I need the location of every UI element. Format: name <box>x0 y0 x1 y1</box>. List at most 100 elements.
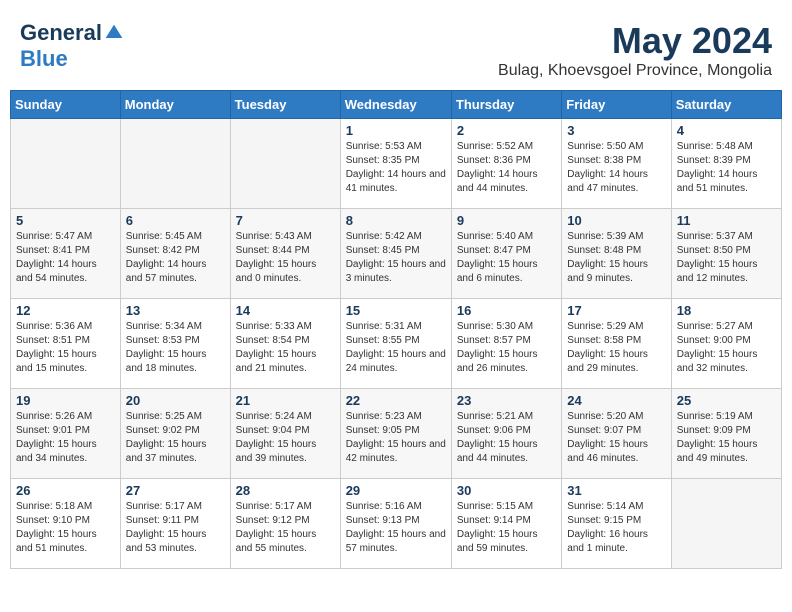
day-info: Sunrise: 5:37 AMSunset: 8:50 PMDaylight:… <box>677 230 776 286</box>
day-number: 10 <box>567 213 665 228</box>
day-number: 16 <box>457 303 556 318</box>
logo: General Blue <box>20 20 124 72</box>
day-info: Sunrise: 5:25 AMSunset: 9:02 PMDaylight:… <box>126 410 225 466</box>
week-row: 26 Sunrise: 5:18 AMSunset: 9:10 PMDayligh… <box>11 479 782 569</box>
day-number: 23 <box>457 393 556 408</box>
day-info: Sunrise: 5:16 AMSunset: 9:13 PMDaylight:… <box>346 500 446 556</box>
day-info: Sunrise: 5:30 AMSunset: 8:57 PMDaylight:… <box>457 320 556 376</box>
day-info: Sunrise: 5:17 AMSunset: 9:11 PMDaylight:… <box>126 500 225 556</box>
day-cell-12: 12 Sunrise: 5:36 AMSunset: 8:51 PMDayligh… <box>11 299 121 389</box>
day-info: Sunrise: 5:45 AMSunset: 8:42 PMDaylight:… <box>126 230 225 286</box>
col-header-friday: Friday <box>562 91 671 119</box>
day-number: 11 <box>677 213 776 228</box>
day-cell-7: 7 Sunrise: 5:43 AMSunset: 8:44 PMDaylight… <box>230 209 340 299</box>
day-cell-20: 20 Sunrise: 5:25 AMSunset: 9:02 PMDayligh… <box>120 389 230 479</box>
day-cell-26: 26 Sunrise: 5:18 AMSunset: 9:10 PMDayligh… <box>11 479 121 569</box>
day-cell-4: 4 Sunrise: 5:48 AMSunset: 8:39 PMDaylight… <box>671 119 781 209</box>
day-info: Sunrise: 5:39 AMSunset: 8:48 PMDaylight:… <box>567 230 665 286</box>
col-header-tuesday: Tuesday <box>230 91 340 119</box>
day-info: Sunrise: 5:47 AMSunset: 8:41 PMDaylight:… <box>16 230 115 286</box>
day-number: 6 <box>126 213 225 228</box>
title-block: May 2024 Bulag, Khoevsgoel Province, Mon… <box>498 20 772 80</box>
day-info: Sunrise: 5:43 AMSunset: 8:44 PMDaylight:… <box>236 230 335 286</box>
day-cell-30: 30 Sunrise: 5:15 AMSunset: 9:14 PMDayligh… <box>451 479 561 569</box>
logo-icon <box>104 23 124 43</box>
header-row: SundayMondayTuesdayWednesdayThursdayFrid… <box>11 91 782 119</box>
day-number: 31 <box>567 483 665 498</box>
day-number: 28 <box>236 483 335 498</box>
day-info: Sunrise: 5:14 AMSunset: 9:15 PMDaylight:… <box>567 500 665 556</box>
day-cell-11: 11 Sunrise: 5:37 AMSunset: 8:50 PMDayligh… <box>671 209 781 299</box>
day-number: 4 <box>677 123 776 138</box>
day-cell-16: 16 Sunrise: 5:30 AMSunset: 8:57 PMDayligh… <box>451 299 561 389</box>
week-row: 5 Sunrise: 5:47 AMSunset: 8:41 PMDaylight… <box>11 209 782 299</box>
day-cell-6: 6 Sunrise: 5:45 AMSunset: 8:42 PMDaylight… <box>120 209 230 299</box>
day-info: Sunrise: 5:48 AMSunset: 8:39 PMDaylight:… <box>677 140 776 196</box>
col-header-monday: Monday <box>120 91 230 119</box>
day-cell-21: 21Sunrise: 5:24 AMSunset: 9:04 PMDayligh… <box>230 389 340 479</box>
day-info: Sunrise: 5:21 AMSunset: 9:06 PMDaylight:… <box>457 410 556 466</box>
day-number: 2 <box>457 123 556 138</box>
day-info: Sunrise: 5:50 AMSunset: 8:38 PMDaylight:… <box>567 140 665 196</box>
day-info: Sunrise: 5:42 AMSunset: 8:45 PMDaylight:… <box>346 230 446 286</box>
calendar-table: SundayMondayTuesdayWednesdayThursdayFrid… <box>10 90 782 569</box>
day-info: Sunrise: 5:36 AMSunset: 8:51 PMDaylight:… <box>16 320 115 376</box>
day-number: 27 <box>126 483 225 498</box>
day-cell-24: 24 Sunrise: 5:20 AMSunset: 9:07 PMDayligh… <box>562 389 671 479</box>
day-number: 12 <box>16 303 115 318</box>
day-cell-29: 29Sunrise: 5:16 AMSunset: 9:13 PMDayligh… <box>340 479 451 569</box>
empty-cell <box>671 479 781 569</box>
day-number: 30 <box>457 483 556 498</box>
day-info: Sunrise: 5:18 AMSunset: 9:10 PMDaylight:… <box>16 500 115 556</box>
day-cell-8: 8 Sunrise: 5:42 AMSunset: 8:45 PMDaylight… <box>340 209 451 299</box>
week-row: 19Sunrise: 5:26 AMSunset: 9:01 PMDayligh… <box>11 389 782 479</box>
day-cell-2: 2Sunrise: 5:52 AMSunset: 8:36 PMDaylight… <box>451 119 561 209</box>
col-header-wednesday: Wednesday <box>340 91 451 119</box>
day-info: Sunrise: 5:31 AMSunset: 8:55 PMDaylight:… <box>346 320 446 376</box>
day-number: 15 <box>346 303 446 318</box>
day-number: 26 <box>16 483 115 498</box>
day-number: 7 <box>236 213 335 228</box>
day-number: 5 <box>16 213 115 228</box>
logo-blue: Blue <box>20 46 68 72</box>
page-header: General Blue May 2024 Bulag, Khoevsgoel … <box>10 10 782 85</box>
day-info: Sunrise: 5:34 AMSunset: 8:53 PMDaylight:… <box>126 320 225 376</box>
day-cell-25: 25Sunrise: 5:19 AMSunset: 9:09 PMDayligh… <box>671 389 781 479</box>
day-info: Sunrise: 5:53 AMSunset: 8:35 PMDaylight:… <box>346 140 446 196</box>
empty-cell <box>11 119 121 209</box>
day-info: Sunrise: 5:15 AMSunset: 9:14 PMDaylight:… <box>457 500 556 556</box>
day-number: 18 <box>677 303 776 318</box>
day-info: Sunrise: 5:20 AMSunset: 9:07 PMDaylight:… <box>567 410 665 466</box>
day-number: 19 <box>16 393 115 408</box>
day-number: 20 <box>126 393 225 408</box>
day-number: 8 <box>346 213 446 228</box>
day-cell-14: 14Sunrise: 5:33 AMSunset: 8:54 PMDayligh… <box>230 299 340 389</box>
day-info: Sunrise: 5:17 AMSunset: 9:12 PMDaylight:… <box>236 500 335 556</box>
day-number: 25 <box>677 393 776 408</box>
day-number: 22 <box>346 393 446 408</box>
day-cell-10: 10 Sunrise: 5:39 AMSunset: 8:48 PMDayligh… <box>562 209 671 299</box>
week-row: 1 Sunrise: 5:53 AMSunset: 8:35 PMDaylight… <box>11 119 782 209</box>
day-cell-9: 9 Sunrise: 5:40 AMSunset: 8:47 PMDaylight… <box>451 209 561 299</box>
day-number: 21 <box>236 393 335 408</box>
day-cell-18: 18Sunrise: 5:27 AMSunset: 9:00 PMDayligh… <box>671 299 781 389</box>
day-cell-1: 1 Sunrise: 5:53 AMSunset: 8:35 PMDaylight… <box>340 119 451 209</box>
day-info: Sunrise: 5:29 AMSunset: 8:58 PMDaylight:… <box>567 320 665 376</box>
day-cell-31: 31 Sunrise: 5:14 AMSunset: 9:15 PMDayligh… <box>562 479 671 569</box>
week-row: 12 Sunrise: 5:36 AMSunset: 8:51 PMDayligh… <box>11 299 782 389</box>
col-header-saturday: Saturday <box>671 91 781 119</box>
day-cell-3: 3 Sunrise: 5:50 AMSunset: 8:38 PMDaylight… <box>562 119 671 209</box>
day-info: Sunrise: 5:40 AMSunset: 8:47 PMDaylight:… <box>457 230 556 286</box>
month-title: May 2024 <box>498 20 772 62</box>
day-number: 3 <box>567 123 665 138</box>
day-number: 9 <box>457 213 556 228</box>
day-info: Sunrise: 5:23 AMSunset: 9:05 PMDaylight:… <box>346 410 446 466</box>
day-cell-15: 15 Sunrise: 5:31 AMSunset: 8:55 PMDayligh… <box>340 299 451 389</box>
day-number: 24 <box>567 393 665 408</box>
col-header-sunday: Sunday <box>11 91 121 119</box>
day-cell-5: 5 Sunrise: 5:47 AMSunset: 8:41 PMDaylight… <box>11 209 121 299</box>
day-number: 1 <box>346 123 446 138</box>
day-cell-13: 13Sunrise: 5:34 AMSunset: 8:53 PMDayligh… <box>120 299 230 389</box>
empty-cell <box>230 119 340 209</box>
day-cell-19: 19Sunrise: 5:26 AMSunset: 9:01 PMDayligh… <box>11 389 121 479</box>
